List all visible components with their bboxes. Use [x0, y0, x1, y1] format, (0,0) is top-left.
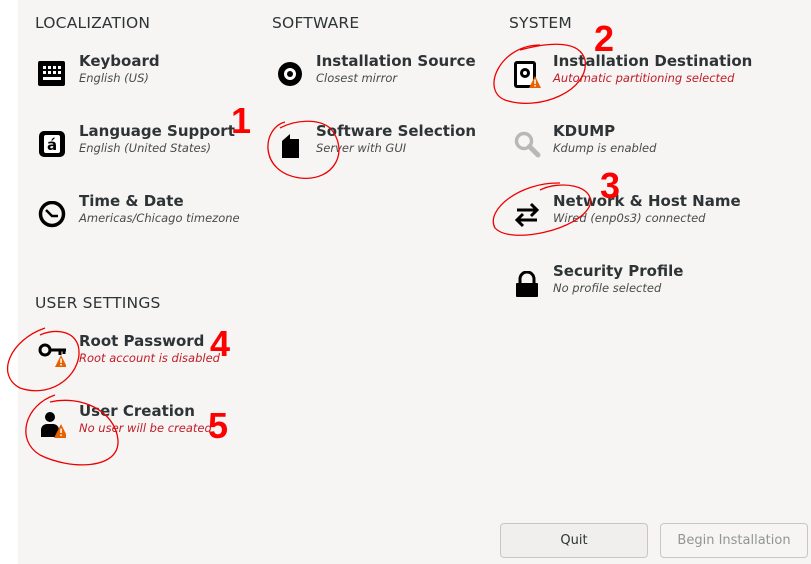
annotation-number-5: 5: [208, 405, 229, 446]
spoke-title: Language Support: [79, 122, 235, 140]
spoke-title: User Creation: [79, 402, 195, 420]
clock-icon: [38, 201, 66, 228]
section-user-settings: USER SETTINGS: [35, 294, 161, 312]
section-localization: LOCALIZATION: [35, 14, 151, 32]
lock-icon: [516, 271, 538, 297]
network-arrows-icon: [514, 202, 540, 228]
spoke-title: Installation Destination: [553, 52, 753, 70]
key-warning-icon: [38, 343, 66, 367]
harddisk-warning-icon: [514, 61, 541, 88]
spoke-status: English (United States): [79, 141, 212, 155]
search-icon: [514, 131, 541, 158]
spoke-title: Security Profile: [553, 262, 684, 280]
user-warning-icon: [41, 412, 66, 438]
annotation-number-1: 1: [231, 100, 252, 141]
section-system: SYSTEM: [509, 14, 572, 32]
package-icon: [282, 134, 299, 158]
spoke-title: KDUMP: [553, 122, 616, 140]
spoke-title: Root Password: [79, 332, 205, 350]
spoke-status: No profile selected: [553, 281, 662, 295]
spoke-title: Software Selection: [316, 122, 477, 140]
spoke-status: English (US): [79, 71, 149, 85]
spoke-status: Americas/Chicago timezone: [79, 211, 240, 225]
spoke-title: Installation Source: [316, 52, 476, 70]
begin-installation-button[interactable]: Begin Installation: [660, 523, 808, 558]
language-icon: á: [39, 131, 65, 157]
annotation-number-3: 3: [600, 165, 621, 206]
spoke-status: Kdump is enabled: [553, 141, 657, 155]
spoke-title: Time & Date: [79, 192, 184, 210]
spoke-title: Network & Host Name: [553, 192, 741, 210]
annotation-number-4: 4: [210, 323, 231, 364]
spoke-title: Keyboard: [79, 52, 160, 70]
keyboard-icon: [38, 61, 65, 86]
quit-button[interactable]: Quit: [500, 523, 648, 558]
spoke-status: Root account is disabled: [79, 351, 220, 365]
spoke-status: Server with GUI: [316, 141, 407, 155]
svg-text:á: á: [47, 136, 57, 154]
spoke-status: Wired (enp0s3) connected: [553, 211, 706, 225]
spoke-status: Closest mirror: [316, 71, 398, 85]
disc-icon: [278, 62, 302, 86]
spoke-status: No user will be created: [79, 421, 212, 435]
annotation-number-2: 2: [594, 18, 615, 59]
section-software: SOFTWARE: [272, 14, 360, 32]
spoke-status: Automatic partitioning selected: [553, 71, 735, 85]
